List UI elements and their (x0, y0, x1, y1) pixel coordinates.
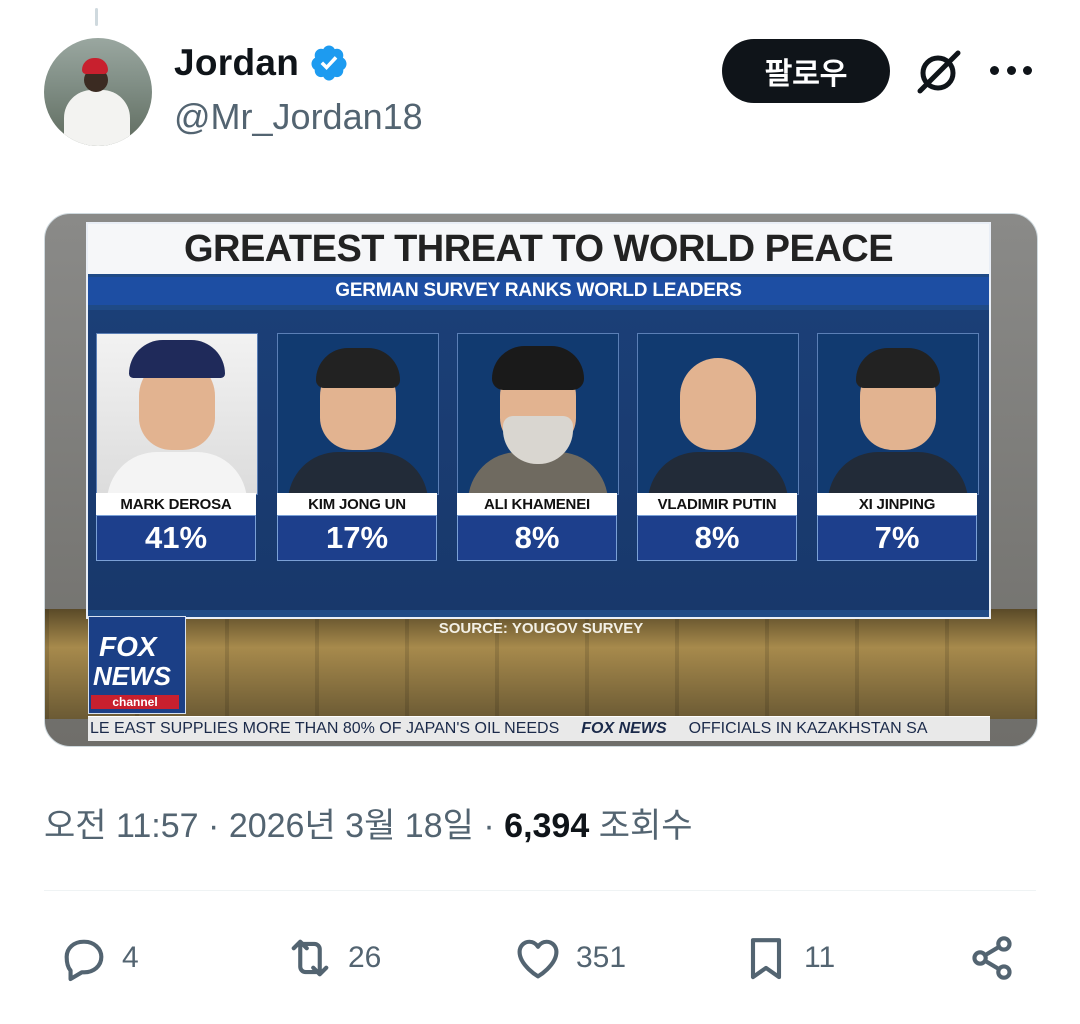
views-label: 조회수 (598, 807, 693, 845)
avatar[interactable] (44, 38, 152, 146)
leader-panels: MARK DEROSA 41% KIM JONG UN 17% ALI KHAM… (88, 310, 989, 610)
leader-photo (817, 333, 979, 495)
bookmark-icon (750, 938, 782, 980)
tweet-date[interactable]: 2026년 3월 18일 (229, 807, 474, 845)
views-count: 6,394 (504, 807, 590, 845)
bookmark-count: 11 (804, 941, 836, 974)
leader-percent: 41% (96, 515, 256, 561)
leader-percent: 8% (457, 515, 617, 561)
tweet-media-image[interactable]: GREATEST THREAT TO WORLD PEACE GERMAN SU… (44, 213, 1038, 747)
like-button[interactable]: 351 (512, 930, 626, 986)
survey-board: GREATEST THREAT TO WORLD PEACE GERMAN SU… (86, 222, 991, 619)
user-handle[interactable]: @Mr_Jordan18 (174, 96, 423, 138)
leader-card: XI JINPING 7% (817, 333, 979, 569)
retweet-icon (291, 939, 329, 977)
reply-count: 4 (122, 941, 139, 974)
graphic-title: GREATEST THREAT TO WORLD PEACE (88, 224, 989, 274)
fox-news-logo: FOX NEWS channel (88, 616, 186, 714)
bookmark-button[interactable]: 11 (740, 930, 835, 986)
share-button[interactable] (966, 930, 1018, 986)
tweet-meta: 오전 11:57 · 2026년 3월 18일 · 6,394 조회수 (44, 807, 693, 845)
leader-percent: 7% (817, 515, 977, 561)
share-icon (972, 936, 1012, 980)
heart-icon (517, 939, 559, 979)
leader-card: MARK DEROSA 41% (96, 333, 258, 569)
verified-badge-icon (311, 45, 347, 81)
leader-name: VLADIMIR PUTIN (637, 493, 797, 515)
retweet-count: 26 (348, 941, 382, 974)
reply-button[interactable]: 4 (58, 930, 139, 986)
leader-photo (637, 333, 799, 495)
leader-name: MARK DEROSA (96, 493, 256, 515)
reply-icon (64, 939, 104, 982)
ticker-text-left: LE EAST SUPPLIES MORE THAN 80% OF JAPAN'… (90, 720, 560, 737)
leader-name: ALI KHAMENEI (457, 493, 617, 515)
leader-card: ALI KHAMENEI 8% (457, 333, 619, 569)
grok-icon[interactable] (912, 45, 966, 99)
leader-percent: 17% (277, 515, 437, 561)
graphic-source: SOURCE: YOUGOV SURVEY (438, 620, 644, 637)
leader-name: XI JINPING (817, 493, 977, 515)
leader-percent: 8% (637, 515, 797, 561)
follow-button[interactable]: 팔로우 (722, 39, 890, 103)
retweet-button[interactable]: 26 (284, 930, 381, 986)
news-ticker: LE EAST SUPPLIES MORE THAN 80% OF JAPAN'… (88, 716, 990, 741)
leader-card: KIM JONG UN 17% (277, 333, 439, 569)
like-count: 351 (576, 941, 627, 974)
leader-photo (277, 333, 439, 495)
graphic-subtitle: GERMAN SURVEY RANKS WORLD LEADERS (88, 277, 989, 305)
ticker-text-right: OFFICIALS IN KAZAKHSTAN SA (688, 720, 928, 737)
divider (44, 890, 1036, 891)
leader-name: KIM JONG UN (277, 493, 437, 515)
author-name-row[interactable]: Jordan (174, 42, 349, 84)
scroll-indicator (95, 8, 98, 26)
leader-card: VLADIMIR PUTIN 8% (637, 333, 799, 569)
more-icon[interactable] (990, 60, 1032, 80)
display-name[interactable]: Jordan (174, 42, 299, 84)
leader-photo (457, 333, 619, 495)
leader-photo (96, 333, 258, 495)
tweet-time[interactable]: 오전 11:57 (44, 807, 199, 845)
ticker-brand: FOX NEWS (581, 720, 667, 737)
